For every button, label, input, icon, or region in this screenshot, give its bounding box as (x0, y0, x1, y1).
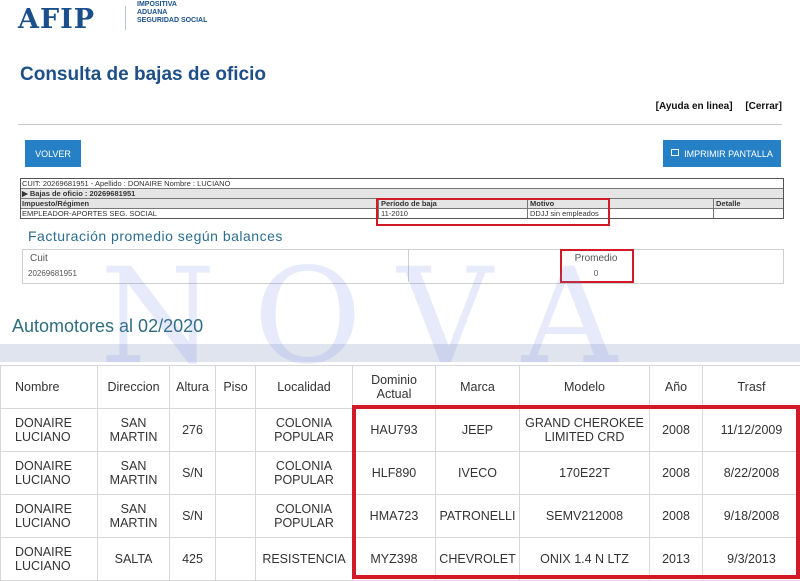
cell-direccion: SAN MARTIN (98, 452, 170, 495)
print-screen-button[interactable]: IMPRIMIR PANTALLA (663, 140, 781, 167)
cell-localidad: COLONIA POPULAR (256, 452, 353, 495)
close-link[interactable]: [Cerrar] (745, 101, 782, 112)
cell-piso (216, 409, 256, 452)
col-modelo: Modelo (520, 366, 650, 409)
top-links: [Ayuda en linea] [Cerrar] (646, 101, 782, 112)
col-marca: Marca (436, 366, 520, 409)
automotores-band (0, 344, 800, 362)
cell-direccion: SALTA (98, 538, 170, 581)
cell-nombre: DONAIRE LUCIANO (1, 538, 98, 581)
cell-detalle (713, 209, 716, 218)
divider (18, 124, 782, 125)
cell-impuesto: EMPLEADOR-APORTES SEG. SOCIAL (22, 209, 157, 218)
col-localidad: Localidad (256, 366, 353, 409)
help-link[interactable]: [Ayuda en linea] (656, 101, 733, 112)
highlight-box-promedio (560, 249, 634, 283)
cell-direccion: SAN MARTIN (98, 495, 170, 538)
cell-altura: 276 (170, 409, 216, 452)
logo-sub-line: SEGURIDAD SOCIAL (137, 17, 207, 25)
cell-altura: S/N (170, 495, 216, 538)
page-title: Consulta de bajas de oficio (20, 64, 266, 86)
cuit-label: Cuit (30, 253, 48, 264)
cell-localidad: RESISTENCIA (256, 538, 353, 581)
col-altura: Altura (170, 366, 216, 409)
col-detalle: Detalle (713, 199, 741, 208)
logo-divider (125, 6, 126, 30)
facturacion-box (22, 249, 784, 284)
cell-direccion: SAN MARTIN (98, 409, 170, 452)
afip-logo: AFIP (18, 4, 95, 35)
facturacion-title: Facturación promedio según balances (28, 228, 283, 244)
cell-altura: 425 (170, 538, 216, 581)
cell-altura: S/N (170, 452, 216, 495)
cell-piso (216, 495, 256, 538)
logo-sub-line: IMPOSITIVA (137, 1, 207, 9)
col-trasf: Trasf (703, 366, 800, 409)
cell-nombre: DONAIRE LUCIANO (1, 495, 98, 538)
volver-button[interactable]: VOLVER (25, 140, 81, 167)
automotores-title: Automotores al 02/2020 (12, 316, 203, 337)
cell-piso (216, 538, 256, 581)
cell-piso (216, 452, 256, 495)
printer-icon (671, 149, 679, 156)
cell-nombre: DONAIRE LUCIANO (1, 452, 98, 495)
highlight-box-baja (376, 198, 610, 226)
col-nombre: Nombre (1, 366, 98, 409)
table-header-row: Nombre Direccion Altura Piso Localidad D… (1, 366, 800, 409)
print-screen-label: IMPRIMIR PANTALLA (684, 149, 773, 159)
col-anio: Año (650, 366, 703, 409)
col-piso: Piso (216, 366, 256, 409)
cell-nombre: DONAIRE LUCIANO (1, 409, 98, 452)
facturacion-divider (408, 249, 409, 282)
col-dominio: Dominio Actual (353, 366, 436, 409)
id-line: CUIT: 20269681951 - Apellido : DONAIRE N… (21, 179, 783, 189)
highlight-box-vehiculos (352, 405, 800, 579)
col-direccion: Direccion (98, 366, 170, 409)
logo-subtitle: IMPOSITIVA ADUANA SEGURIDAD SOCIAL (137, 1, 207, 25)
logo-sub-line: ADUANA (137, 9, 207, 17)
cell-localidad: COLONIA POPULAR (256, 409, 353, 452)
cell-localidad: COLONIA POPULAR (256, 495, 353, 538)
cuit-value: 20269681951 (28, 269, 77, 278)
col-impuesto: Impuesto/Régimen (22, 199, 89, 208)
